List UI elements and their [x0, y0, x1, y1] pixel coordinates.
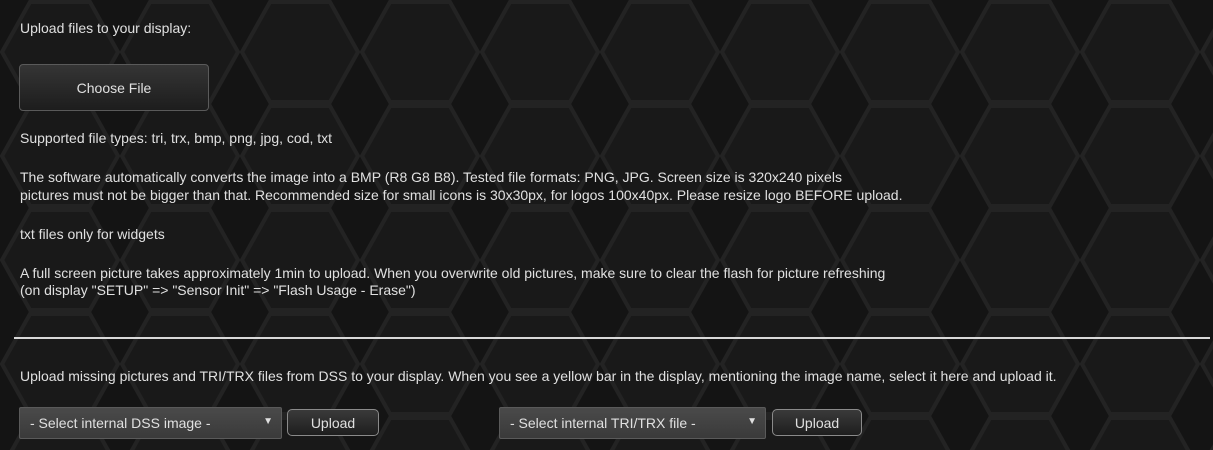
- conversion-description-line1: The software automatically converts the …: [20, 169, 842, 185]
- fullscreen-note-line1: A full screen picture takes approximatel…: [20, 265, 886, 281]
- upload-panel: Upload files to your display: Choose Fil…: [0, 0, 1213, 450]
- supported-types-text: Supported file types: tri, trx, bmp, png…: [20, 130, 333, 146]
- tri-trx-select-value: - Select internal TRI/TRX file -: [510, 415, 696, 431]
- upload-title: Upload files to your display:: [20, 20, 192, 36]
- tri-trx-file-select[interactable]: - Select internal TRI/TRX file - ▼: [499, 407, 766, 439]
- dss-image-select[interactable]: - Select internal DSS image - ▼: [19, 407, 282, 439]
- dss-image-select-value: - Select internal DSS image -: [30, 415, 211, 431]
- upload-tri-trx-button[interactable]: Upload: [772, 409, 862, 436]
- fullscreen-note-line2: (on display "SETUP" => "Sensor Init" => …: [20, 282, 416, 298]
- dss-instructions-text: Upload missing pictures and TRI/TRX file…: [20, 368, 1057, 384]
- choose-file-button[interactable]: Choose File: [19, 64, 209, 111]
- chevron-down-icon: ▼: [263, 416, 273, 427]
- section-divider: [14, 337, 1210, 339]
- chevron-down-icon: ▼: [747, 416, 757, 427]
- txt-files-note: txt files only for widgets: [20, 226, 165, 242]
- upload-dss-image-button[interactable]: Upload: [287, 409, 379, 436]
- conversion-description-line2: pictures must not be bigger than that. R…: [20, 187, 903, 203]
